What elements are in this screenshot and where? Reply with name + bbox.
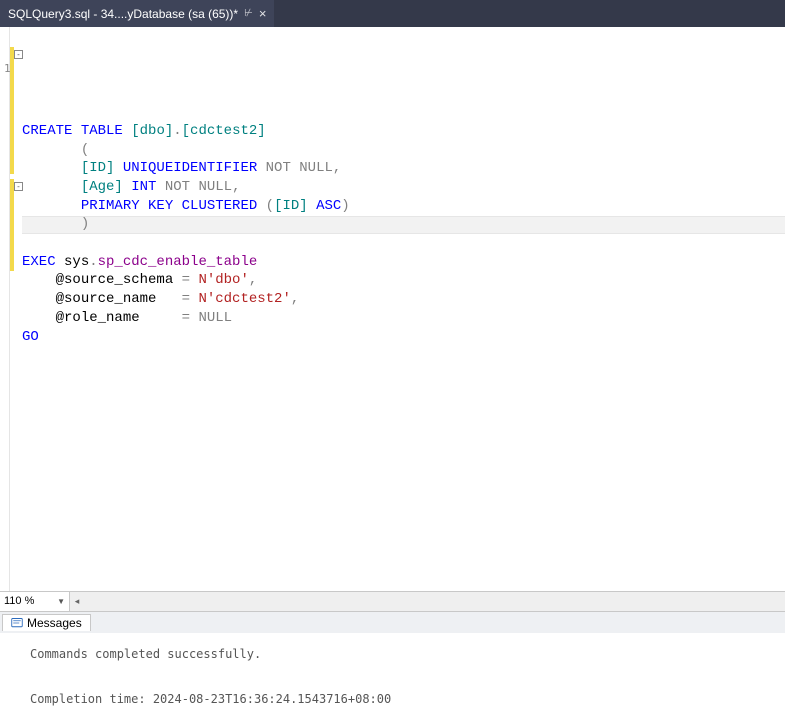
change-track-1 bbox=[10, 47, 14, 174]
code-lines: CREATE TABLE [dbo].[cdctest2] ( [ID] UNI… bbox=[22, 103, 785, 365]
messages-tab-label: Messages bbox=[27, 616, 82, 630]
zoom-scroll-row: 110 % ▼ ◂ bbox=[0, 591, 785, 611]
editor-shell: 1 - - CREATE TABLE [dbo].[cdctest2] ( [I… bbox=[0, 27, 785, 711]
messages-line-2: Completion time: 2024-08-23T16:36:24.154… bbox=[30, 688, 785, 711]
messages-line-1: Commands completed successfully. bbox=[30, 643, 785, 666]
messages-icon bbox=[11, 617, 23, 629]
messages-header: Messages bbox=[0, 611, 785, 633]
file-tab[interactable]: SQLQuery3.sql - 34....yDatabase (sa (65)… bbox=[0, 0, 274, 27]
close-icon[interactable]: × bbox=[259, 7, 267, 20]
zoom-dropdown[interactable]: 110 % ▼ bbox=[0, 592, 70, 611]
pin-icon[interactable]: ⊬ bbox=[244, 8, 253, 19]
zoom-value: 110 % bbox=[4, 595, 34, 607]
code-area[interactable]: CREATE TABLE [dbo].[cdctest2] ( [ID] UNI… bbox=[22, 27, 785, 591]
change-track-2 bbox=[10, 179, 14, 271]
tab-bar: SQLQuery3.sql - 34....yDatabase (sa (65)… bbox=[0, 0, 785, 27]
editor-body: 1 - - CREATE TABLE [dbo].[cdctest2] ( [I… bbox=[0, 27, 785, 591]
messages-body[interactable]: Commands completed successfully. Complet… bbox=[0, 633, 785, 711]
folding-gutter: - - bbox=[10, 27, 22, 591]
messages-tab[interactable]: Messages bbox=[2, 614, 91, 631]
file-tab-title: SQLQuery3.sql - 34....yDatabase (sa (65)… bbox=[8, 7, 238, 21]
h-scroll-region[interactable]: ◂ bbox=[70, 594, 785, 608]
scroll-left-icon[interactable]: ◂ bbox=[70, 594, 84, 608]
indicator-margin: 1 bbox=[0, 27, 10, 591]
chevron-down-icon: ▼ bbox=[57, 597, 65, 606]
